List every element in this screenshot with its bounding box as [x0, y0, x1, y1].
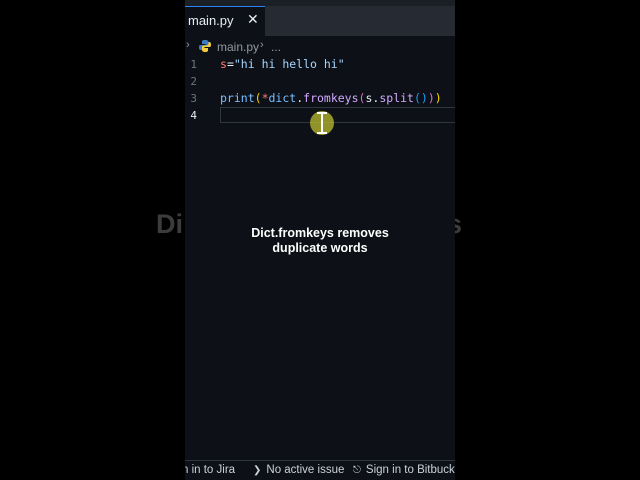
status-bitbucket-signin[interactable]: ⎋ Sign in to Bitbucke [353, 464, 455, 476]
code-token: ) [427, 91, 435, 105]
line-number: 3 [190, 92, 197, 105]
tab-main-py[interactable]: main.py ✕ [185, 6, 265, 36]
code-token: fromkeys [303, 91, 359, 105]
chevron-right-icon: › [260, 39, 264, 51]
python-icon [199, 40, 211, 52]
code-token: s [220, 57, 227, 71]
line-number: 4 [190, 109, 197, 122]
line-number: 2 [190, 75, 197, 88]
breadcrumb-more[interactable]: ... [271, 40, 281, 54]
code-token: () [413, 91, 428, 105]
bitbucket-icon: ⎋ [353, 465, 361, 476]
code-token: print [220, 91, 255, 105]
current-line-highlight [220, 107, 455, 123]
video-subtitle: Dict.fromkeys removes duplicate words [185, 226, 455, 256]
breadcrumb-file[interactable]: main.py [217, 40, 259, 54]
subtitle-line-2: duplicate words [272, 241, 368, 255]
status-issue-label: No active issue [266, 464, 345, 476]
close-icon[interactable]: ✕ [247, 12, 259, 28]
tab-bar-empty-area [265, 6, 455, 36]
chevron-right-icon: ❯ [253, 465, 262, 476]
code-token: ) [434, 91, 442, 105]
line-number: 1 [190, 58, 197, 71]
subtitle-line-1: Dict.fromkeys removes [251, 226, 389, 240]
code-token: ( [254, 91, 262, 105]
code-line[interactable]: 1 s="hi hi hello hi" [185, 56, 455, 73]
code-line[interactable]: 3 print(*dict.fromkeys(s.split())) [185, 90, 455, 107]
status-jira-signin[interactable]: n in to Jira [185, 464, 235, 476]
status-bitbucket-label: Sign in to Bitbucke [365, 464, 455, 476]
status-bar: n in to Jira ❯ No active issue ⎋ Sign in t… [185, 460, 455, 480]
code-line[interactable]: 2 [185, 73, 455, 90]
status-jira-label: n in to Jira [185, 464, 236, 476]
status-active-issue[interactable]: ❯ No active issue [253, 464, 344, 476]
breadcrumb: › main.py › ... [185, 38, 455, 56]
code-token: = [226, 57, 234, 71]
tab-bar: main.py ✕ [185, 0, 455, 36]
text-cursor-icon [317, 111, 327, 135]
code-line-content: print(*dict.fromkeys(s.split())) [220, 90, 442, 107]
code-line-content: s="hi hi hello hi" [220, 56, 345, 73]
code-token: * [261, 91, 269, 105]
background-caption-left: Di [156, 209, 183, 239]
code-token: "hi hi hello hi" [233, 57, 345, 71]
tab-label: main.py [188, 13, 234, 28]
chevron-right-icon: › [186, 39, 190, 51]
code-token: split [379, 91, 414, 105]
video-frame: Di es main.py ✕ › main.py › ... 1 s="hi … [0, 0, 640, 480]
code-token: dict [268, 91, 297, 105]
